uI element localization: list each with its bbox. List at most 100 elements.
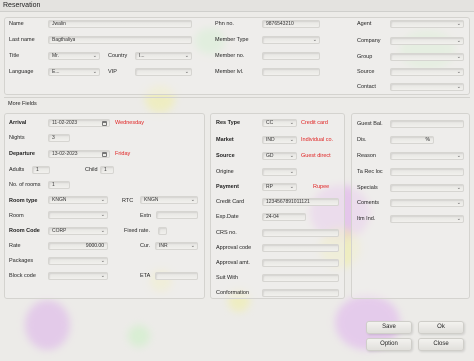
- market-select[interactable]: IND ⌄: [262, 136, 297, 144]
- divider: [4, 97, 470, 98]
- suit-with-input[interactable]: [262, 274, 339, 282]
- rooms-input[interactable]: 1: [48, 181, 70, 189]
- close-button[interactable]: Close: [418, 338, 464, 351]
- specials-select[interactable]: ⌄: [390, 184, 464, 192]
- member-type-label: Member Type: [215, 37, 249, 43]
- room-code-label: Room Code: [9, 228, 40, 234]
- more-fields-link[interactable]: More Fields: [8, 101, 37, 108]
- extn-label: Extn: [140, 213, 152, 219]
- phn-label: Phn no.: [215, 21, 234, 27]
- member-no-input[interactable]: [262, 52, 320, 60]
- chevron-down-icon: ⌄: [100, 197, 105, 203]
- option-button[interactable]: Option: [366, 338, 412, 351]
- approval-amt-input[interactable]: [262, 259, 339, 267]
- credit-card-input[interactable]: 1234567891011121: [262, 198, 339, 206]
- guest-bal-input[interactable]: [390, 120, 464, 128]
- chevron-down-icon: ⌄: [289, 137, 294, 143]
- adults-input[interactable]: 1: [32, 166, 50, 174]
- ta-rec-loc-input[interactable]: [390, 168, 464, 176]
- group-label: Group: [357, 54, 373, 60]
- company-select[interactable]: ⌄: [390, 37, 464, 45]
- chevron-down-icon: ⌄: [456, 153, 461, 159]
- language-label: Language: [9, 69, 34, 75]
- rtc-select[interactable]: KNGN ⌄: [140, 196, 198, 204]
- market-label: Market: [216, 137, 234, 143]
- agent-select[interactable]: ⌄: [390, 20, 464, 28]
- eta-input[interactable]: [155, 272, 198, 280]
- reason-select[interactable]: ⌄: [390, 152, 464, 160]
- phn-input[interactable]: 9876543210: [262, 20, 320, 28]
- language-select[interactable]: E... ⌄: [48, 68, 100, 76]
- save-button[interactable]: Save: [366, 321, 412, 334]
- room-type-select[interactable]: KNGN ⌄: [48, 196, 108, 204]
- payment-select[interactable]: RP ⌄: [262, 183, 297, 191]
- itm-ind-select[interactable]: ⌄: [390, 215, 464, 223]
- coments-label: Coments: [357, 200, 380, 206]
- child-label: Child: [85, 167, 98, 173]
- chevron-down-icon: ⌄: [190, 197, 195, 203]
- res-type-desc: Credit card: [301, 120, 328, 126]
- arrival-date-input[interactable]: 11-02-2023: [48, 119, 110, 127]
- name-label: Name: [9, 21, 24, 27]
- group-select[interactable]: ⌄: [390, 53, 464, 61]
- reason-label: Reason: [357, 153, 376, 159]
- crs-no-label: CRS no.: [216, 230, 237, 236]
- arrival-label: Arrival: [9, 120, 27, 126]
- packages-label: Packages: [9, 258, 34, 264]
- res-type-select[interactable]: CC ⌄: [262, 119, 297, 127]
- block-code-select[interactable]: ⌄: [48, 272, 108, 280]
- exp-date-input[interactable]: 24-04: [262, 213, 306, 221]
- chevron-down-icon: ⌄: [190, 243, 195, 249]
- percent-sign: %: [425, 137, 430, 143]
- name-input[interactable]: Jwalin: [48, 20, 192, 28]
- rate-input[interactable]: 9000.00: [48, 242, 108, 250]
- pay-source-label: Source: [216, 153, 235, 159]
- last-name-input[interactable]: Bagthaliya: [48, 36, 192, 44]
- approval-code-input[interactable]: [262, 244, 339, 252]
- room-code-select[interactable]: CORP ⌄: [48, 227, 108, 235]
- calendar-icon[interactable]: [102, 121, 107, 126]
- chevron-down-icon: ⌄: [456, 185, 461, 191]
- title-label: Title: [9, 53, 20, 59]
- chevron-down-icon: ⌄: [100, 273, 105, 279]
- chevron-down-icon: ⌄: [100, 258, 105, 264]
- market-desc: Individual co.: [301, 137, 334, 143]
- pay-source-select[interactable]: GD ⌄: [262, 152, 297, 160]
- chevron-down-icon: ⌄: [456, 38, 461, 44]
- room-label: Room: [9, 213, 24, 219]
- crs-no-input[interactable]: [262, 229, 339, 237]
- calendar-icon[interactable]: [102, 152, 107, 157]
- chevron-down-icon: ⌄: [456, 69, 461, 75]
- extn-input[interactable]: [156, 211, 198, 219]
- chevron-down-icon: ⌄: [100, 212, 105, 218]
- ok-button[interactable]: Ok: [418, 321, 464, 334]
- conformation-input[interactable]: [262, 289, 339, 297]
- fixed-rate-checkbox[interactable]: [158, 227, 167, 235]
- currency-select[interactable]: INR ⌄: [155, 242, 198, 250]
- chevron-down-icon: ⌄: [456, 200, 461, 206]
- pay-source-desc: Guest direct: [301, 153, 331, 159]
- coments-select[interactable]: ⌄: [390, 199, 464, 207]
- member-type-select[interactable]: ⌄: [262, 36, 320, 44]
- packages-select[interactable]: ⌄: [48, 257, 108, 265]
- chevron-down-icon: ⌄: [184, 69, 189, 75]
- chevron-down-icon: ⌄: [92, 53, 97, 59]
- room-select[interactable]: ⌄: [48, 211, 108, 219]
- member-lvl-label: Member lvl.: [215, 69, 244, 75]
- country-select[interactable]: I... ⌄: [135, 52, 192, 60]
- member-no-label: Member no.: [215, 53, 245, 59]
- source-select[interactable]: ⌄: [390, 68, 464, 76]
- discount-input[interactable]: %: [390, 136, 434, 144]
- title-select[interactable]: Mr. ⌄: [48, 52, 100, 60]
- block-code-label: Block code: [9, 273, 36, 279]
- payment-desc: Rupee: [313, 184, 330, 190]
- origine-select[interactable]: ⌄: [262, 168, 297, 176]
- departure-date-input[interactable]: 13-02-2023: [48, 150, 110, 158]
- nights-input[interactable]: 3: [48, 134, 70, 142]
- child-input[interactable]: 1: [100, 166, 114, 174]
- vip-select[interactable]: ⌄: [135, 68, 192, 76]
- contact-select[interactable]: ⌄: [390, 83, 464, 91]
- member-lvl-input[interactable]: [262, 68, 320, 76]
- cur-label: Cur.: [140, 243, 151, 249]
- departure-label: Departure: [9, 151, 35, 157]
